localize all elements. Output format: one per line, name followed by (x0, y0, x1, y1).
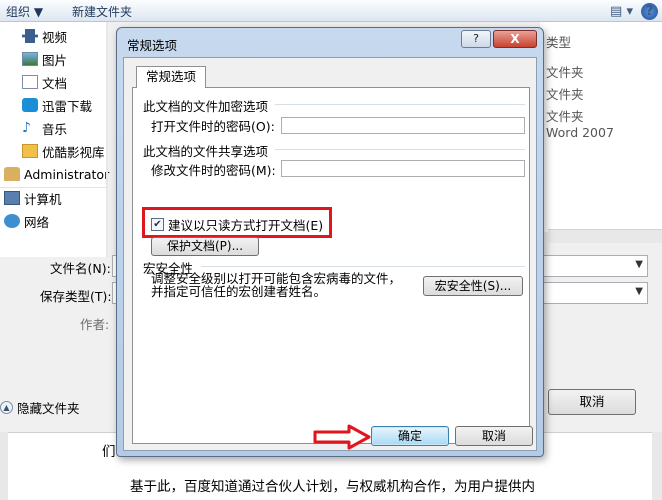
file-type: 文件夹 (546, 87, 584, 102)
new-folder-button[interactable]: 新建文件夹 (72, 3, 132, 20)
help-icon[interactable]: ? (641, 2, 658, 20)
computer-icon (4, 191, 20, 205)
dialog-close-button[interactable]: X (493, 30, 537, 48)
share-section-heading: 此文档的文件共享选项 (143, 144, 269, 159)
macro-security-description: 调整安全级别以打开可能包含宏病毒的文件，并指定可信任的宏创建者姓名。 (151, 271, 402, 299)
download-icon (22, 98, 38, 112)
open-password-label: 打开文件时的密码(O): (151, 119, 275, 134)
folder-icon (22, 144, 38, 158)
document-left-margin (0, 432, 8, 500)
file-list-scrollbar[interactable] (548, 229, 662, 243)
nav-item-video[interactable]: 视频 (22, 26, 67, 46)
video-icon (22, 29, 38, 43)
view-options-icon[interactable]: ▤ ▾ (610, 4, 633, 19)
cancel-button[interactable]: 取消 (455, 426, 533, 446)
nav-scrollbar[interactable] (106, 22, 108, 257)
document-partial-text: 们 (102, 444, 116, 460)
nav-item-label: 音乐 (42, 121, 68, 137)
nav-item-administrator[interactable]: Administrator (4, 164, 109, 184)
nav-item-label: 迅雷下载 (42, 98, 93, 114)
nav-item-documents[interactable]: 文档 (22, 72, 67, 92)
dialog-title: 常规选项 (127, 38, 178, 53)
chevron-up-icon: ▲ (0, 400, 13, 414)
music-icon: ♪ (22, 120, 31, 136)
nav-item-youku[interactable]: 优酷影视库 (22, 141, 105, 161)
nav-item-pictures[interactable]: 图片 (22, 49, 67, 69)
nav-item-label: 文档 (42, 75, 68, 91)
file-type: 文件夹 (546, 109, 584, 124)
section-divider (201, 266, 525, 267)
open-password-input[interactable] (281, 117, 525, 134)
nav-item-label: 优酷影视库 (42, 144, 105, 160)
nav-item-music[interactable]: ♪ 音乐 (22, 118, 67, 138)
nav-item-label: 计算机 (24, 191, 62, 207)
encrypt-section-heading: 此文档的文件加密选项 (143, 99, 269, 114)
bg-cancel-button[interactable]: 取消 (548, 389, 636, 415)
chevron-down-icon: ▼ (635, 259, 643, 270)
tab-panel: 此文档的文件加密选项 打开文件时的密码(O): 此文档的文件共享选项 修改文件时… (132, 87, 530, 444)
protect-document-button[interactable]: 保护文档(P)... (151, 237, 259, 256)
filename-input-right[interactable]: ▼ (540, 255, 648, 277)
picture-icon (22, 52, 38, 66)
file-list: 类型 文件夹 文件夹 文件夹 Word 2007 (540, 22, 662, 232)
tab-general-options[interactable]: 常规选项 (136, 66, 206, 88)
nav-item-label: 图片 (42, 52, 68, 68)
hide-folders-toggle[interactable]: ▲ 隐藏文件夹 (0, 396, 80, 418)
toolbar: 组织 ▼ 新建文件夹 ▤ ▾ ? (0, 0, 662, 22)
nav-item-label: 网络 (24, 214, 50, 230)
readonly-recommended-checkbox[interactable]: ✔ 建议以只读方式打开文档(E) (151, 215, 323, 234)
nav-item-label: 视频 (42, 29, 68, 45)
nav-item-network[interactable]: 网络 (4, 211, 49, 231)
section-divider (275, 104, 525, 105)
modify-password-input[interactable] (281, 160, 525, 177)
document-icon (22, 75, 38, 89)
user-folder-icon (4, 167, 20, 181)
nav-item-label: Administrator (24, 166, 110, 182)
author-label: 作者: (80, 317, 110, 332)
network-icon (4, 214, 20, 228)
nav-item-thunder-downloads[interactable]: 迅雷下载 (22, 95, 92, 115)
ok-button[interactable]: 确定 (371, 426, 449, 446)
filename-label: 文件名(N): (50, 261, 111, 276)
red-arrow-icon (313, 424, 371, 450)
readonly-label: 建议以只读方式打开文档(E) (168, 218, 324, 233)
dialog-help-button[interactable]: ? (461, 30, 491, 48)
dialog-body: 常规选项 此文档的文件加密选项 打开文件时的密码(O): 此文档的文件共享选项 … (123, 57, 537, 451)
modify-password-label: 修改文件时的密码(M): (151, 163, 276, 178)
macro-security-button[interactable]: 宏安全性(S)... (423, 276, 523, 296)
file-type: Word 2007 (546, 125, 614, 140)
checkbox-checked-icon: ✔ (151, 218, 164, 231)
document-scrollbar[interactable] (652, 432, 662, 500)
toolbar-icons: ▤ ▾ ? (610, 1, 658, 21)
hide-folders-label: 隐藏文件夹 (17, 400, 80, 416)
nav-item-computer[interactable]: 计算机 (4, 188, 62, 208)
filetype-label: 保存类型(T): (40, 289, 112, 304)
organize-menu[interactable]: 组织 ▼ (6, 3, 43, 20)
section-divider (275, 149, 525, 150)
general-options-dialog: 常规选项 ? X 常规选项 此文档的文件加密选项 打开文件时的密码(O): 此文… (116, 27, 544, 457)
filetype-select-right[interactable]: ▼ (540, 282, 648, 304)
chevron-down-icon: ▼ (635, 286, 643, 297)
type-column-header[interactable]: 类型 (546, 32, 571, 51)
file-type: 文件夹 (546, 65, 584, 80)
navigation-pane: 视频 图片 文档 迅雷下载 ♪ 音乐 优酷影视库 Administrator 计… (0, 22, 109, 257)
document-text: 基于此，百度知道通过合伙人计划，与权威机构合作，为用户提供内 (130, 479, 535, 495)
